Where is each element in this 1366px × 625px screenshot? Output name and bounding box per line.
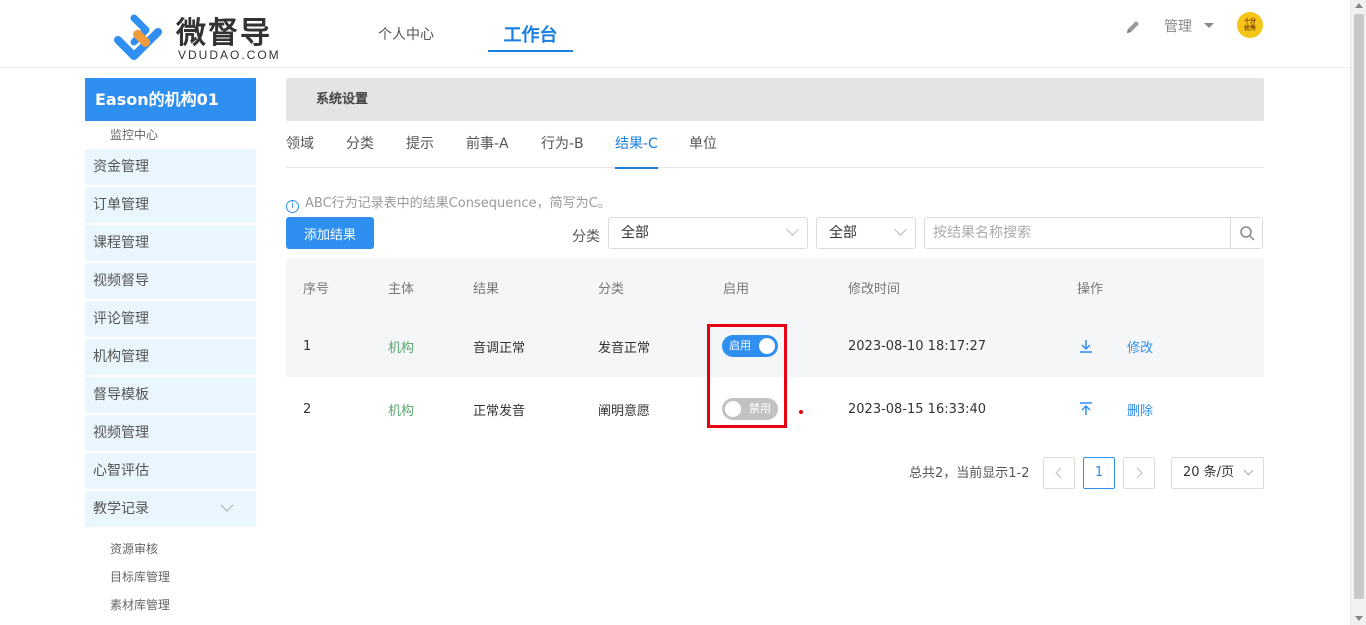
sidebar-item-videos[interactable]: 视频管理 — [85, 415, 256, 451]
top-header: 微督导 VDUDAO.COM 个人中心 工作台 管理 十分 优秀 — [0, 0, 1350, 68]
tab-behavior-b[interactable]: 行为-B — [541, 121, 584, 168]
tab-domain[interactable]: 领域 — [286, 121, 314, 168]
status-select-value: 全部 — [829, 225, 857, 241]
page-size-select[interactable]: 20 条/页 — [1171, 457, 1264, 489]
row-index: 1 — [303, 338, 312, 354]
sidebar-item-courses[interactable]: 课程管理 — [85, 225, 256, 261]
sidebar-item-mind-assessment[interactable]: 心智评估 — [85, 453, 256, 489]
nav-personal-center[interactable]: 个人中心 — [370, 0, 442, 68]
avatar-text-line2: 优秀 — [1243, 25, 1256, 32]
caret-down-icon[interactable] — [1204, 23, 1214, 28]
tab-prompt[interactable]: 提示 — [406, 121, 434, 168]
col-header-category: 分类 — [598, 281, 625, 297]
sidebar-item-monitor-center[interactable]: 监控中心 — [85, 121, 256, 149]
tab-bar: 领域 分类 提示 前事-A 行为-B 结果-C 单位 — [286, 121, 1264, 169]
row-modified-time: 2023-08-15 16:33:40 — [848, 401, 987, 417]
col-header-modified: 修改时间 — [848, 281, 901, 297]
add-result-button[interactable]: 添加结果 — [286, 217, 374, 249]
sidebar-item-supervision-templates[interactable]: 督导模板 — [85, 377, 256, 413]
row-category: 阐明意愿 — [598, 403, 651, 419]
search-input[interactable] — [925, 218, 1231, 248]
table-header: 序号 主体 结果 分类 启用 修改时间 操作 — [286, 259, 1264, 315]
row-subject: 机构 — [388, 403, 415, 419]
col-header-index: 序号 — [303, 281, 330, 297]
page-number-button[interactable]: 1 — [1083, 457, 1115, 489]
page-scrollbar[interactable] — [1350, 0, 1366, 625]
row-result: 正常发音 — [473, 403, 526, 419]
edit-link[interactable]: 修改 — [1127, 315, 1153, 377]
sidebar-subitem-resource-review[interactable]: 资源审核 — [85, 535, 256, 563]
search-icon — [1240, 226, 1255, 241]
chevron-left-icon — [1055, 467, 1062, 479]
org-title[interactable]: Eason的机构01 — [85, 78, 256, 121]
chevron-down-icon — [786, 223, 799, 236]
chevron-down-icon — [894, 223, 907, 236]
sidebar-item-orders[interactable]: 订单管理 — [85, 187, 256, 223]
search-button[interactable] — [1230, 218, 1262, 248]
sidebar-item-teaching-records[interactable]: 教学记录 — [85, 491, 256, 527]
chevron-down-icon — [1243, 465, 1254, 476]
category-select-value: 全部 — [621, 225, 649, 241]
prev-page-button[interactable] — [1043, 457, 1075, 489]
tab-consequence-c[interactable]: 结果-C — [615, 121, 658, 169]
page-size-value: 20 条/页 — [1183, 465, 1235, 480]
move-down-icon[interactable] — [1079, 338, 1093, 354]
row-subject: 机构 — [388, 340, 415, 356]
col-header-actions: 操作 — [1077, 281, 1104, 297]
scrollbar-thumb[interactable] — [1354, 14, 1364, 599]
admin-menu-label[interactable]: 管理 — [1164, 16, 1192, 36]
sidebar-item-label: 教学记录 — [93, 501, 149, 517]
col-header-enabled: 启用 — [723, 281, 750, 297]
pagination-summary: 总共2，当前显示1-2 — [909, 466, 1030, 481]
search-box — [924, 217, 1263, 249]
sidebar-subitem-goal-library[interactable]: 目标库管理 — [85, 563, 256, 591]
next-page-button[interactable] — [1123, 457, 1155, 489]
row-result: 音调正常 — [473, 340, 526, 356]
info-note: i ABC行为记录表中的结果Consequence，简写为C。 — [286, 192, 611, 213]
filter-category-label: 分类 — [572, 229, 600, 245]
sidebar-item-funds[interactable]: 资金管理 — [85, 149, 256, 185]
sidebar: Eason的机构01 监控中心 资金管理 订单管理 课程管理 视频督导 评论管理… — [85, 78, 256, 619]
logo-mark-icon — [114, 14, 162, 60]
tab-category[interactable]: 分类 — [346, 121, 374, 168]
sidebar-item-video-supervision[interactable]: 视频督导 — [85, 263, 256, 299]
avatar[interactable]: 十分 优秀 — [1237, 12, 1263, 38]
section-title: 系统设置 — [286, 78, 1264, 121]
highlight-box — [707, 324, 787, 428]
sidebar-item-institutions[interactable]: 机构管理 — [85, 339, 256, 375]
move-up-icon[interactable] — [1079, 401, 1093, 417]
row-modified-time: 2023-08-10 18:17:27 — [848, 338, 987, 354]
avatar-text-line1: 十分 — [1243, 18, 1256, 25]
nav-workbench[interactable]: 工作台 — [488, 0, 573, 68]
scroll-up-arrow-icon[interactable] — [1355, 3, 1363, 8]
main-content: 系统设置 领域 分类 提示 前事-A 行为-B 结果-C 单位 i ABC行为记录… — [286, 78, 1264, 489]
chevron-right-icon — [1136, 467, 1143, 479]
row-category: 发音正常 — [598, 340, 651, 356]
chevron-down-icon[interactable] — [220, 504, 234, 512]
col-header-subject: 主体 — [388, 281, 415, 297]
pencil-icon[interactable] — [1124, 18, 1142, 36]
tab-antecedent-a[interactable]: 前事-A — [466, 121, 509, 168]
col-header-result: 结果 — [473, 281, 500, 297]
sidebar-subitem-material-library[interactable]: 素材库管理 — [85, 591, 256, 619]
page: 微督导 VDUDAO.COM 个人中心 工作台 管理 十分 优秀 Eason的机… — [0, 0, 1366, 625]
category-select[interactable]: 全部 — [608, 217, 808, 249]
sidebar-item-comments[interactable]: 评论管理 — [85, 301, 256, 337]
delete-link[interactable]: 删除 — [1127, 378, 1153, 440]
info-icon: i — [286, 200, 299, 213]
tab-unit[interactable]: 单位 — [689, 121, 717, 168]
red-dot-marker — [799, 410, 803, 414]
info-text: ABC行为记录表中的结果Consequence，简写为C。 — [305, 196, 611, 211]
logo-title: 微督导 — [176, 16, 272, 51]
scroll-down-arrow-icon[interactable] — [1355, 616, 1363, 621]
logo-subtitle: VDUDAO.COM — [178, 48, 281, 62]
logo[interactable]: 微督导 VDUDAO.COM — [112, 8, 292, 64]
row-index: 2 — [303, 401, 312, 417]
status-select[interactable]: 全部 — [816, 217, 916, 249]
